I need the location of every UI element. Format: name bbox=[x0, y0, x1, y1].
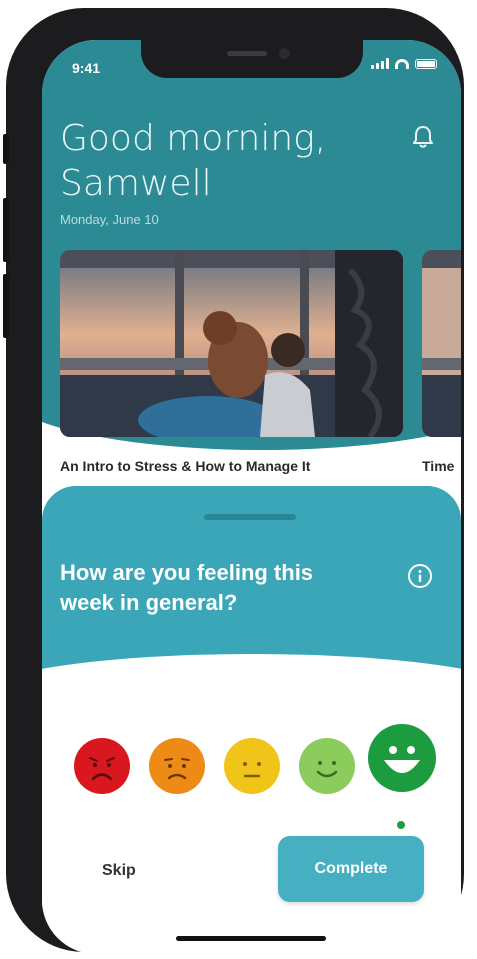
info-icon[interactable] bbox=[407, 563, 433, 594]
question-line-2: week in general? bbox=[60, 590, 238, 615]
notch bbox=[141, 40, 363, 78]
article-title-2[interactable]: Time bbox=[422, 458, 454, 474]
article-photo-2 bbox=[422, 250, 461, 437]
drag-handle[interactable] bbox=[204, 514, 296, 520]
status-time: 9:41 bbox=[72, 60, 101, 76]
mood-question: How are you feeling this week in general… bbox=[60, 558, 360, 618]
neutral-face-icon[interactable] bbox=[224, 738, 280, 794]
sad-face-icon[interactable] bbox=[149, 738, 205, 794]
very-happy-face-icon[interactable] bbox=[368, 724, 436, 792]
front-camera bbox=[279, 48, 290, 59]
mute-switch bbox=[3, 134, 9, 164]
article-card-image-2[interactable] bbox=[422, 250, 461, 437]
current-date: Monday, June 10 bbox=[60, 212, 159, 227]
sheet-wave bbox=[42, 654, 461, 734]
speaker bbox=[227, 51, 267, 56]
app-screen: 9:41 Good morning, Samwell Monday, June … bbox=[42, 40, 461, 954]
phone-frame: 9:41 Good morning, Samwell Monday, June … bbox=[3, 8, 464, 954]
notification-bell-icon[interactable] bbox=[411, 124, 435, 155]
very-sad-face-icon[interactable] bbox=[74, 738, 130, 794]
battery-icon bbox=[415, 58, 437, 69]
greeting: Good morning, Samwell bbox=[60, 116, 326, 206]
wifi-icon bbox=[395, 58, 409, 69]
happy-face-icon[interactable] bbox=[299, 738, 355, 794]
status-icons bbox=[371, 58, 437, 69]
user-name: Samwell bbox=[60, 163, 212, 204]
home-indicator bbox=[176, 936, 326, 941]
mood-selector bbox=[74, 724, 436, 804]
article-card-image[interactable] bbox=[60, 250, 403, 437]
skip-button[interactable]: Skip bbox=[102, 862, 136, 880]
article-title[interactable]: An Intro to Stress & How to Manage It bbox=[60, 458, 310, 474]
mood-sheet: How are you feeling this week in general… bbox=[42, 486, 461, 954]
complete-button[interactable]: Complete bbox=[278, 836, 424, 902]
question-line-1: How are you feeling this bbox=[60, 560, 314, 585]
selected-mood-indicator bbox=[397, 821, 405, 829]
volume-up-button bbox=[3, 198, 9, 262]
greeting-line-1: Good morning, bbox=[60, 118, 327, 159]
signal-icon bbox=[371, 58, 389, 69]
volume-down-button bbox=[3, 274, 9, 338]
couple-photo bbox=[60, 250, 403, 437]
